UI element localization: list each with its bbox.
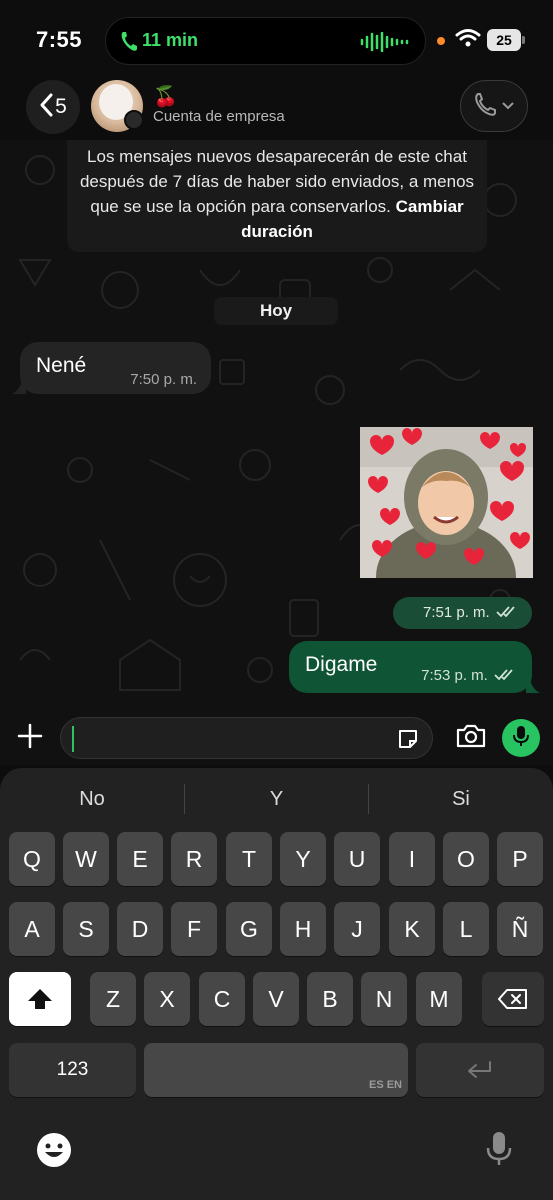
status-bar: 7:55 11 min 25 [0,0,553,78]
suggestion[interactable]: No [0,784,184,814]
emoji-icon[interactable] [36,1132,72,1173]
outgoing-image-message[interactable] [360,427,533,578]
wifi-icon [455,28,481,53]
camera-icon[interactable] [455,723,487,754]
voice-message-button[interactable] [502,719,540,757]
key-b[interactable]: B [307,972,353,1026]
message-time: 7:51 p. m. [423,604,490,621]
back-chevron-icon [39,93,53,122]
key-m[interactable]: M [416,972,462,1026]
key-q[interactable]: Q [9,832,55,886]
keyboard: No Y Si Q W E R T Y U I O P A S D F G H … [0,768,553,1200]
dictation-icon[interactable] [485,1130,513,1173]
chat-header: 5 🍒 Cuenta de empresa [0,78,553,140]
shift-icon [27,989,53,1015]
disappearing-messages-notice: Los mensajes nuevos desaparecerán de est… [67,140,487,252]
chevron-down-icon [502,97,514,115]
plus-icon[interactable] [16,722,44,755]
key-h[interactable]: H [280,902,326,956]
message-time: 7:50 p. m. [130,371,197,388]
key-f[interactable]: F [171,902,217,956]
message-composer [0,705,553,765]
numbers-key[interactable]: 123 [9,1043,136,1097]
key-n[interactable]: N [361,972,407,1026]
message-text: Digame [305,653,378,676]
key-r[interactable]: R [171,832,217,886]
key-e[interactable]: E [117,832,163,886]
call-button[interactable] [460,80,528,132]
key-d[interactable]: D [117,902,163,956]
contact-subtitle[interactable]: Cuenta de empresa [153,108,285,125]
wave-icon [360,31,412,57]
mic-indicator-dot [437,37,445,45]
key-g[interactable]: G [226,902,272,956]
suggestion[interactable]: Si [369,784,553,814]
key-a[interactable]: A [9,902,55,956]
image-timestamp: 7:51 p. m. [393,597,532,629]
disappearing-timer-badge [124,110,144,130]
key-i[interactable]: I [389,832,435,886]
double-check-icon [496,605,518,622]
backspace-icon [498,989,528,1015]
call-duration: 11 min [142,30,199,50]
key-o[interactable]: O [443,832,489,886]
key-x[interactable]: X [144,972,190,1026]
sticker-icon[interactable] [396,727,420,756]
key-t[interactable]: T [226,832,272,886]
key-w[interactable]: W [63,832,109,886]
message-input[interactable] [60,717,433,759]
language-label: ES EN [368,1079,402,1091]
key-j[interactable]: J [334,902,380,956]
text-caret [72,726,74,752]
back-button[interactable]: 5 [26,80,80,134]
suggestion[interactable]: Y [185,784,368,814]
backspace-key[interactable] [482,972,544,1026]
day-separator: Hoy [214,297,338,325]
ongoing-call-pill[interactable]: 11 min [105,17,426,65]
key-l[interactable]: L [443,902,489,956]
mic-icon [513,725,529,752]
outgoing-message[interactable]: Digame 7:53 p. m. [289,641,540,693]
space-key[interactable]: ES EN [144,1043,408,1097]
phone-icon [120,30,138,57]
return-icon [466,1059,494,1085]
key-k[interactable]: K [389,902,435,956]
message-time: 7:53 p. m. [421,667,488,685]
key-z[interactable]: Z [90,972,136,1026]
key-enye[interactable]: Ñ [497,902,543,956]
key-c[interactable]: C [199,972,245,1026]
return-key[interactable] [416,1043,544,1097]
chat-screen: 7:55 11 min 25 5 🍒 Cuenta de empresa Los… [0,0,553,1200]
battery-indicator: 25 [487,29,525,51]
shift-key[interactable] [9,972,71,1026]
message-text: Nené [36,354,87,377]
key-v[interactable]: V [253,972,299,1026]
unread-count: 5 [55,95,67,118]
key-y[interactable]: Y [280,832,326,886]
key-p[interactable]: P [497,832,543,886]
double-check-icon [494,668,516,685]
call-icon [474,92,498,121]
key-s[interactable]: S [63,902,109,956]
incoming-message[interactable]: Nené 7:50 p. m. [12,342,211,394]
status-time: 7:55 [36,27,83,52]
key-u[interactable]: U [334,832,380,886]
contact-name[interactable]: 🍒 [153,84,178,109]
